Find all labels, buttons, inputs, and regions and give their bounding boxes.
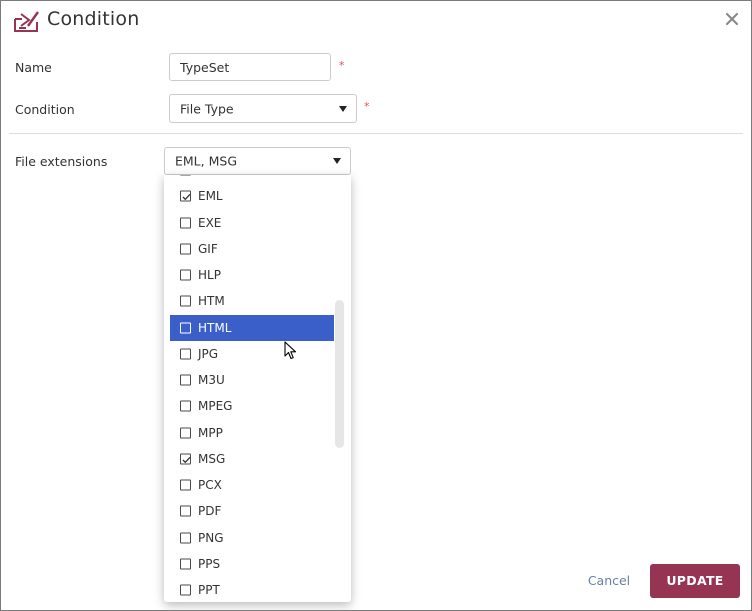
option-label: JPG bbox=[198, 346, 219, 361]
condition-select[interactable]: File Type bbox=[169, 94, 357, 123]
option-list: DTT EML EXE GIF HLP HTM HTML JPG M3U MPEG MPP MSG PC… bbox=[164, 175, 351, 602]
checkbox-icon[interactable] bbox=[180, 175, 191, 176]
option-pps[interactable]: PPS bbox=[170, 551, 334, 577]
condition-label: Condition bbox=[15, 102, 75, 117]
option-label: HTM bbox=[198, 294, 225, 309]
condition-required-mark: * bbox=[364, 100, 370, 113]
option-label: GIF bbox=[198, 241, 218, 256]
checkbox-icon[interactable] bbox=[180, 558, 191, 570]
option-label: PDF bbox=[198, 504, 222, 519]
option-pdf[interactable]: PDF bbox=[170, 498, 334, 524]
option-mpeg[interactable]: MPEG bbox=[170, 393, 334, 419]
dialog-header: Condition bbox=[1, 1, 751, 41]
option-gif[interactable]: GIF bbox=[170, 236, 334, 262]
update-button[interactable]: UPDATE bbox=[650, 564, 740, 598]
name-required-mark: * bbox=[339, 59, 345, 72]
option-label: HTML bbox=[198, 320, 232, 335]
condition-select-value: File Type bbox=[180, 101, 234, 116]
option-hlp[interactable]: HLP bbox=[170, 262, 334, 288]
option-jpg[interactable]: JPG bbox=[170, 341, 334, 367]
chevron-down-icon bbox=[339, 105, 347, 112]
checkbox-icon[interactable] bbox=[180, 243, 191, 255]
option-label: MPP bbox=[198, 425, 223, 440]
condition-dialog: Condition Name * Condition File Type * F… bbox=[0, 0, 752, 611]
checkbox-icon[interactable] bbox=[180, 505, 191, 517]
cancel-button[interactable]: Cancel bbox=[580, 569, 638, 593]
option-msg[interactable]: MSG bbox=[170, 446, 334, 472]
option-mpp[interactable]: MPP bbox=[170, 420, 334, 446]
option-ppt[interactable]: PPT bbox=[170, 577, 334, 602]
checkbox-checked-icon[interactable] bbox=[180, 453, 191, 465]
option-label: M3U bbox=[198, 373, 225, 388]
option-label: PCX bbox=[198, 478, 222, 493]
option-html[interactable]: HTML bbox=[170, 314, 334, 341]
option-label: PPS bbox=[198, 556, 221, 571]
checkbox-icon[interactable] bbox=[180, 322, 191, 334]
checkbox-icon[interactable] bbox=[180, 295, 191, 307]
option-htm[interactable]: HTM bbox=[170, 288, 334, 314]
option-label: HLP bbox=[198, 268, 221, 283]
option-label: DTT bbox=[198, 175, 222, 177]
option-m3u[interactable]: M3U bbox=[170, 367, 334, 393]
checkbox-icon[interactable] bbox=[180, 269, 191, 281]
name-input[interactable] bbox=[169, 53, 331, 81]
option-label: EML bbox=[198, 189, 223, 204]
file-extensions-dropdown: DTT EML EXE GIF HLP HTM HTML JPG M3U MPEG MPP MSG PC… bbox=[164, 175, 351, 602]
checkbox-icon[interactable] bbox=[180, 217, 191, 229]
checkbox-icon[interactable] bbox=[180, 427, 191, 439]
close-icon[interactable] bbox=[723, 10, 741, 28]
edit-condition-icon bbox=[13, 9, 39, 33]
option-label: PPT bbox=[198, 583, 220, 598]
option-png[interactable]: PNG bbox=[170, 525, 334, 551]
checkbox-icon[interactable] bbox=[180, 348, 191, 360]
option-dtt[interactable]: DTT bbox=[170, 175, 334, 183]
checkbox-checked-icon[interactable] bbox=[180, 190, 191, 202]
checkbox-icon[interactable] bbox=[180, 400, 191, 412]
name-label: Name bbox=[15, 60, 52, 75]
section-divider bbox=[9, 133, 743, 134]
checkbox-icon[interactable] bbox=[180, 479, 191, 491]
option-label: EXE bbox=[198, 215, 222, 230]
file-extensions-select[interactable]: EML, MSG bbox=[164, 147, 351, 175]
checkbox-icon[interactable] bbox=[180, 532, 191, 544]
option-label: MPEG bbox=[198, 399, 233, 414]
option-exe[interactable]: EXE bbox=[170, 210, 334, 236]
option-pcx[interactable]: PCX bbox=[170, 472, 334, 498]
file-extensions-select-value: EML, MSG bbox=[175, 153, 237, 169]
checkbox-icon[interactable] bbox=[180, 374, 191, 386]
dialog-title: Condition bbox=[47, 8, 140, 30]
file-extensions-label: File extensions bbox=[15, 154, 108, 169]
option-eml[interactable]: EML bbox=[170, 183, 334, 209]
option-label: PNG bbox=[198, 530, 224, 545]
dropdown-scrollbar[interactable] bbox=[335, 300, 344, 448]
option-label: MSG bbox=[198, 451, 226, 466]
checkbox-icon[interactable] bbox=[180, 584, 191, 596]
chevron-down-icon bbox=[333, 158, 341, 164]
